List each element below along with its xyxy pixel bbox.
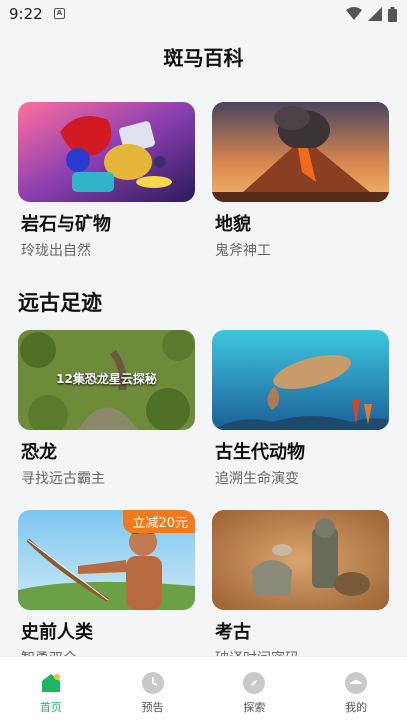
notification-icon: A [54, 8, 65, 19]
card-paleozoic-animals[interactable]: 古生代动物 追溯生命演变 [212, 330, 389, 488]
clock-icon [141, 672, 164, 694]
tab-profile[interactable]: 我的 [305, 657, 407, 725]
bottom-tab-bar: 首页 预告 探索 我的 [0, 656, 407, 725]
card-title: 恐龙 [21, 442, 57, 463]
battery-icon [388, 6, 397, 22]
tab-preview[interactable]: 预告 [102, 657, 204, 725]
signal-icon [368, 7, 382, 21]
discount-badge: 立减20元 [123, 510, 195, 533]
tab-label: 我的 [345, 701, 368, 714]
tab-explore[interactable]: 探索 [204, 657, 306, 725]
gems-image [18, 102, 195, 202]
card-subtitle: 玲珑出自然 [21, 243, 91, 259]
card-subtitle: 追溯生命演变 [215, 471, 299, 487]
card-subtitle: 鬼斧神工 [215, 243, 271, 259]
artifacts-image [212, 510, 389, 610]
card-dinosaurs[interactable]: 12集恐龙星云探秘 恐龙 寻找远古霸主 [18, 330, 195, 488]
wifi-icon [346, 7, 362, 20]
dinosaur-image: 12集恐龙星云探秘 [18, 330, 195, 430]
status-time: 9:22 [9, 5, 43, 23]
volcano-image [212, 102, 389, 202]
card-title: 地貌 [215, 214, 251, 235]
section-title: 远古足迹 [18, 291, 102, 315]
home-icon [41, 674, 60, 692]
trilobite-image [212, 330, 389, 430]
status-icons [346, 6, 397, 22]
card-title: 考古 [215, 622, 251, 643]
profile-icon [345, 672, 368, 694]
tab-label: 探索 [243, 701, 266, 714]
tab-label: 首页 [39, 701, 62, 714]
card-prehistoric-humans[interactable]: 立减20元 史前人类 智勇双全 [18, 510, 195, 668]
card-subtitle: 寻找远古霸主 [21, 471, 105, 487]
compass-icon [243, 672, 266, 694]
card-title: 史前人类 [21, 622, 93, 643]
thumb-caption: 12集恐龙星云探秘 [56, 372, 157, 386]
card-archaeology[interactable]: 考古 破译时间密码 [212, 510, 389, 668]
page-title: 斑马百科 [163, 46, 244, 70]
status-bar: 9:22 A [0, 0, 407, 30]
caveman-image: 立减20元 [18, 510, 195, 610]
tab-label: 预告 [141, 701, 164, 714]
card-title: 古生代动物 [215, 442, 305, 463]
card-landforms[interactable]: 地貌 鬼斧神工 [212, 102, 389, 260]
tab-home[interactable]: 首页 [0, 657, 102, 725]
card-rocks-minerals[interactable]: 岩石与矿物 玲珑出自然 [18, 102, 195, 260]
card-title: 岩石与矿物 [21, 214, 111, 235]
